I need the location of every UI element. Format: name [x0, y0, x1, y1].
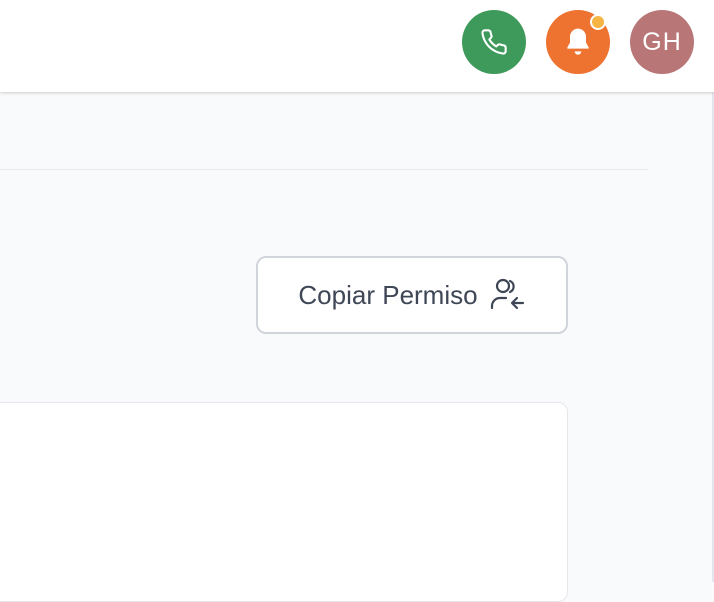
content-card: [0, 402, 568, 602]
top-bar: GH: [0, 0, 714, 92]
section-divider: [0, 169, 648, 170]
copy-permission-button[interactable]: Copiar Permiso: [256, 256, 568, 334]
user-arrow-left-icon: [490, 278, 524, 310]
notification-badge: [590, 14, 606, 30]
avatar-initials: GH: [642, 27, 682, 56]
bell-icon: [567, 28, 589, 55]
user-avatar[interactable]: GH: [630, 10, 694, 74]
phone-icon: [481, 29, 507, 55]
copy-permission-label: Copiar Permiso: [298, 279, 478, 310]
phone-button[interactable]: [462, 10, 526, 74]
